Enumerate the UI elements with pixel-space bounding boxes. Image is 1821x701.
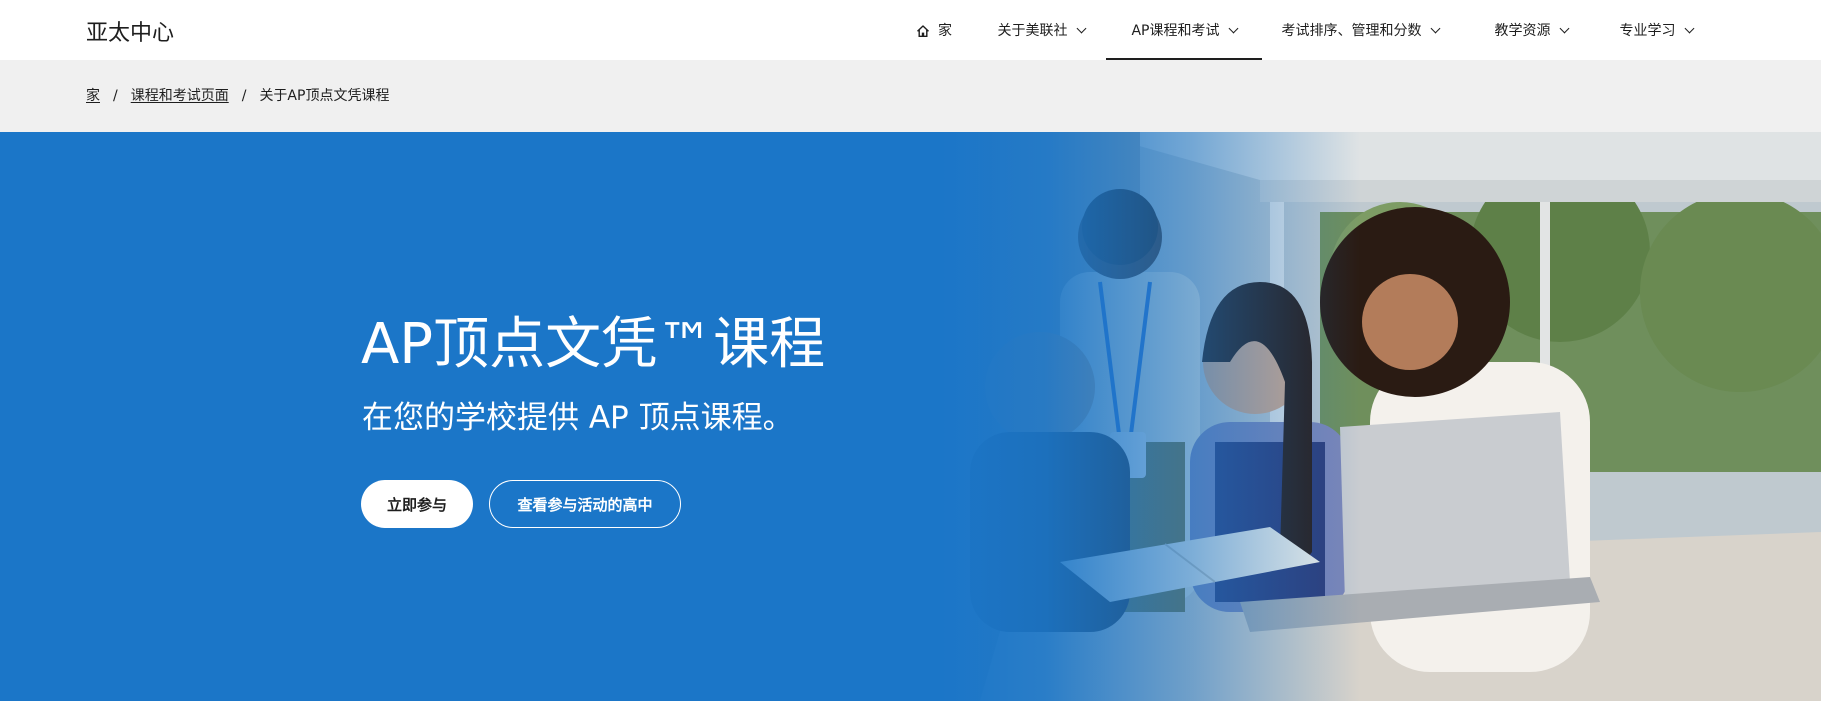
top-navigation-bar: 亚太中心 家 关于美联社 AP课程和考试 考试排序、管理和分数 教学资源 专业学…: [0, 0, 1821, 60]
nav-item-label: 专业学习: [1619, 23, 1676, 39]
nav-item-about-ap[interactable]: 关于美联社: [976, 0, 1106, 58]
breadcrumb-link-courses-exams[interactable]: 课程和考试页面: [131, 86, 229, 106]
view-participating-schools-button[interactable]: 查看参与活动的高中: [489, 480, 681, 528]
chevron-down-icon: [1559, 23, 1569, 33]
breadcrumb-separator: /: [241, 88, 247, 104]
chevron-down-icon: [1684, 23, 1694, 33]
breadcrumb-current-page: 关于AP顶点文凭课程: [259, 88, 390, 104]
nav-item-label: AP课程和考试: [1131, 23, 1220, 39]
photo-gradient-overlay: [940, 132, 1360, 701]
breadcrumb-bar: 家 / 课程和考试页面 / 关于AP顶点文凭课程: [0, 60, 1821, 132]
breadcrumb-separator: /: [113, 88, 118, 104]
site-brand-link[interactable]: 亚太中心: [86, 19, 174, 49]
chevron-down-icon: [1076, 23, 1086, 33]
nav-item-label: 家: [938, 23, 952, 39]
hero-title: AP顶点文凭™课程: [361, 312, 826, 377]
chevron-down-icon: [1430, 23, 1440, 33]
hero-subtitle: 在您的学校提供 AP 顶点课程。: [362, 400, 794, 436]
nav-item-home[interactable]: 家: [898, 0, 970, 58]
nav-item-ap-courses-exams[interactable]: AP课程和考试: [1106, 0, 1262, 60]
nav-item-label: 教学资源: [1494, 23, 1551, 39]
nav-item-teaching-resources[interactable]: 教学资源: [1470, 0, 1592, 58]
chevron-down-icon: [1228, 23, 1238, 33]
nav-item-label: 关于美联社: [997, 23, 1068, 39]
breadcrumb: 家 / 课程和考试页面 / 关于AP顶点文凭课程: [86, 86, 389, 106]
nav-item-exam-ordering-scores[interactable]: 考试排序、管理和分数: [1268, 0, 1452, 58]
home-icon: [916, 24, 930, 38]
get-involved-button[interactable]: 立即参与: [361, 480, 473, 528]
hero-banner: AP顶点文凭™课程 在您的学校提供 AP 顶点课程。 立即参与 查看参与活动的高…: [0, 132, 1821, 701]
breadcrumb-link-home[interactable]: 家: [86, 86, 100, 106]
nav-item-label: 考试排序、管理和分数: [1281, 23, 1422, 39]
nav-item-professional-learning[interactable]: 专业学习: [1600, 0, 1712, 58]
